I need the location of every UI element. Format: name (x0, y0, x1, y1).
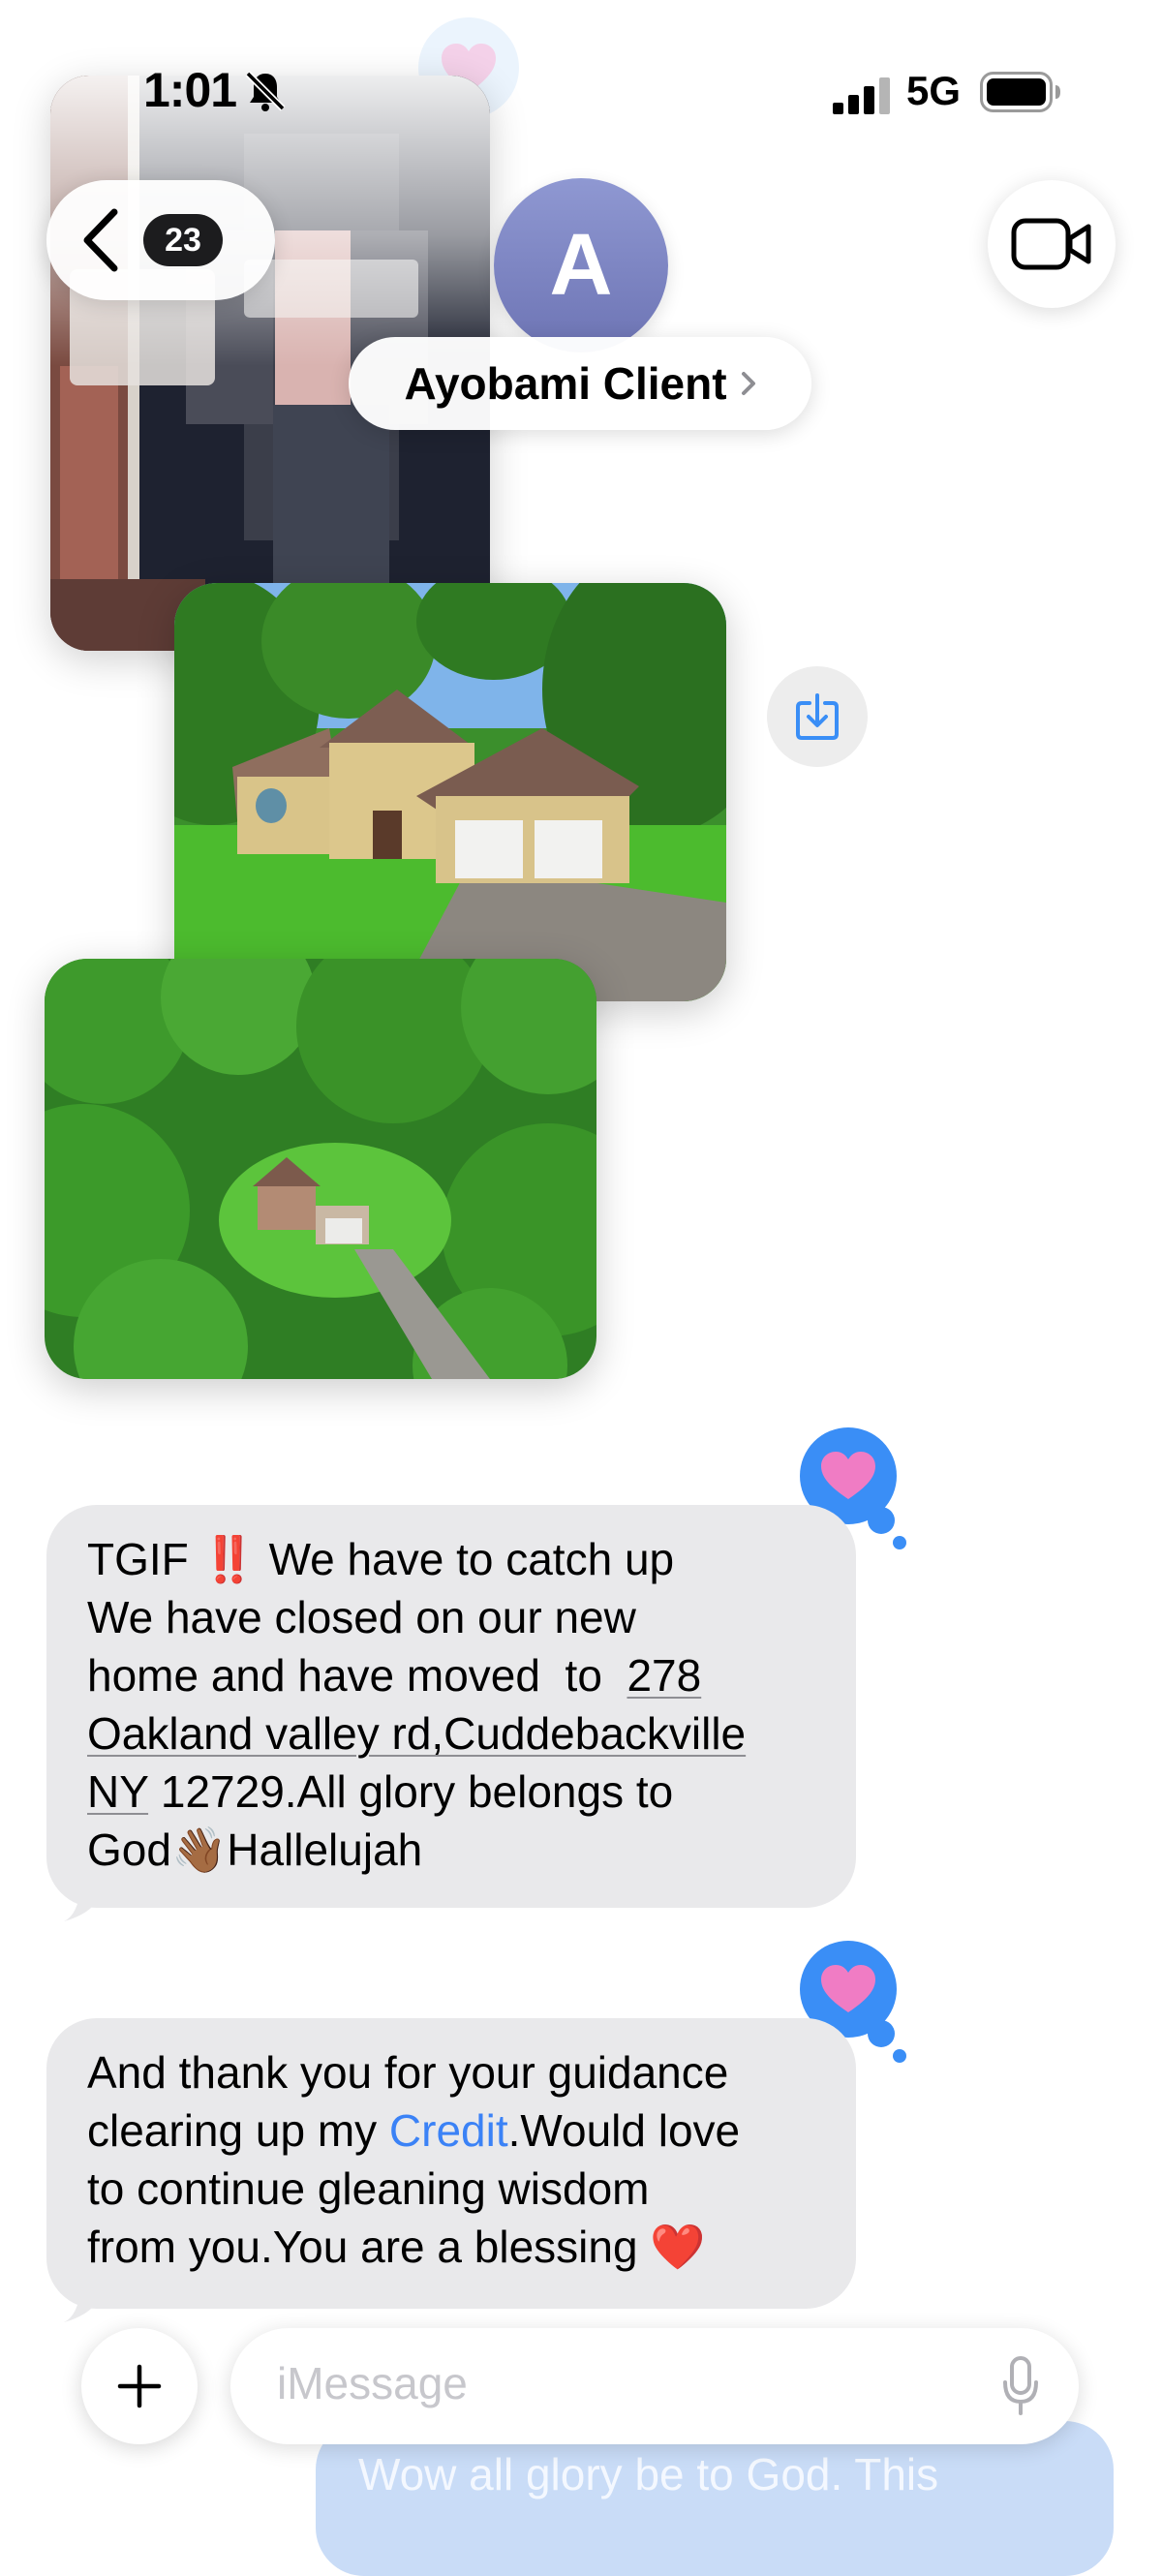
heart-icon (821, 1452, 875, 1499)
save-download-icon (796, 693, 839, 740)
save-photo-button[interactable] (767, 666, 868, 767)
message-line: God👋🏾Hallelujah (87, 1825, 423, 1875)
message-line: We have closed on our new (87, 1592, 636, 1642)
message-bubble-incoming[interactable]: TGIF ‼️ We have to catch up We have clos… (46, 1505, 856, 1908)
message-bubble-incoming[interactable]: And thank you for your guidance clearing… (46, 2018, 856, 2309)
message-line: from you.You are a blessing ❤️ (87, 2222, 706, 2272)
bubble-tail (64, 2287, 103, 2322)
chevron-right-icon (741, 372, 755, 395)
tapback-tail-dot (893, 2049, 906, 2063)
signal-icon (833, 77, 890, 114)
contact-name: Ayobami Client (404, 358, 727, 409)
message-line: clearing up my Credit.Would love (87, 2105, 741, 2156)
heart-icon (821, 1965, 875, 2012)
message-line: And thank you for your guidance (87, 2047, 729, 2098)
microphone-icon[interactable] (1001, 2355, 1040, 2417)
house-photo-image (174, 583, 726, 1001)
bell-slash-icon (245, 71, 286, 111)
aerial-photo-image (45, 959, 596, 1379)
status-time: 1:01 (143, 63, 237, 117)
photo-aerial-view[interactable] (45, 959, 596, 1379)
plus-icon (117, 2364, 162, 2408)
battery-icon (980, 72, 1060, 112)
message-line: to continue gleaning wisdom (87, 2163, 650, 2214)
contact-avatar[interactable]: A (494, 178, 668, 353)
network-type: 5G (906, 68, 962, 113)
address-link[interactable]: NY (87, 1766, 148, 1817)
bubble-tail (64, 1886, 103, 1921)
chevron-left-icon (83, 208, 118, 272)
outgoing-message-bubble[interactable]: Wow all glory be to God. This (316, 2421, 1114, 2576)
message-line: NY 12729.All glory belongs to (87, 1766, 674, 1817)
tapback-tail (868, 1507, 895, 1534)
facetime-video-button[interactable] (988, 180, 1116, 308)
message-line: home and have moved to 278 (87, 1650, 702, 1701)
outgoing-message-text: Wow all glory be to God. This (358, 2449, 939, 2499)
message-input[interactable]: iMessage (230, 2328, 1079, 2444)
video-camera-icon (1011, 218, 1091, 270)
message-line: Oakland valley rd,Cuddebackville (87, 1704, 817, 1763)
message-input-placeholder: iMessage (277, 2358, 468, 2408)
contact-name-button[interactable]: Ayobami Client (349, 337, 811, 430)
unread-count-badge: 23 (143, 214, 223, 266)
add-attachment-button[interactable] (81, 2328, 198, 2444)
tapback-tail (868, 2020, 895, 2047)
credit-link[interactable]: Credit (389, 2105, 508, 2156)
back-button[interactable]: 23 (46, 180, 275, 300)
address-link[interactable]: Oakland valley rd,Cuddebackville (87, 1708, 746, 1759)
photo-house-front[interactable] (174, 583, 726, 1001)
address-link[interactable]: 278 (627, 1650, 701, 1701)
message-line: TGIF ‼️ We have to catch up (87, 1534, 675, 1584)
tapback-tail-dot (893, 1536, 906, 1549)
